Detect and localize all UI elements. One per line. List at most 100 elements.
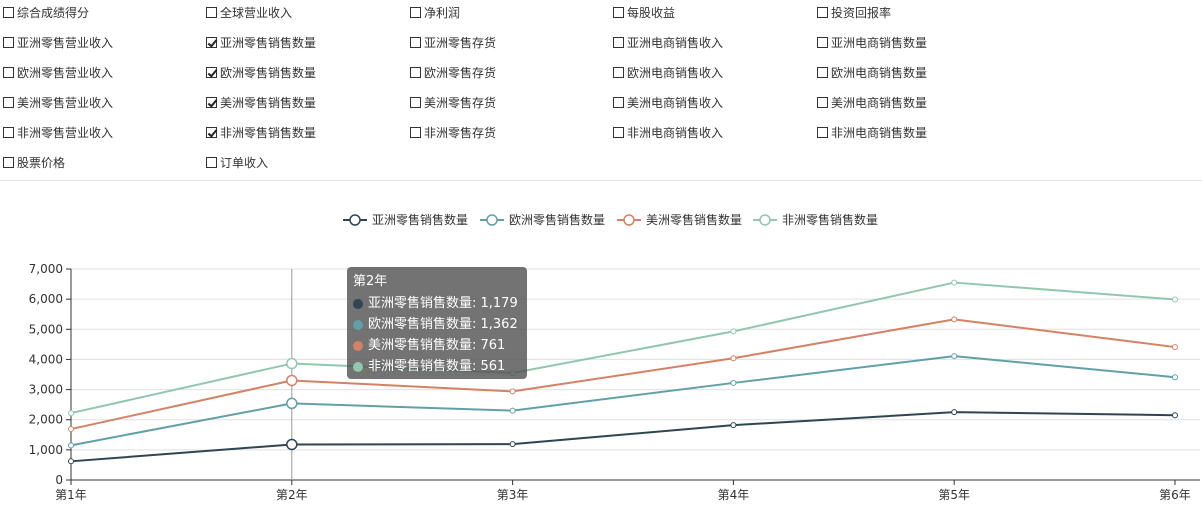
checkbox-unchecked-icon[interactable] bbox=[3, 66, 14, 78]
series-checkbox[interactable]: 亚洲零售销售数量 bbox=[206, 32, 316, 52]
series-checkbox[interactable]: 每股收益 bbox=[613, 2, 675, 22]
series-checkbox[interactable]: 欧洲零售存货 bbox=[410, 62, 496, 82]
series-checkbox[interactable]: 投资回报率 bbox=[817, 2, 891, 22]
y-tick-label: 3,000 bbox=[29, 383, 63, 397]
series-checkbox[interactable]: 美洲零售营业收入 bbox=[3, 92, 113, 112]
checkbox-unchecked-icon[interactable] bbox=[817, 36, 828, 48]
checkbox-unchecked-icon[interactable] bbox=[817, 126, 828, 138]
series-checkbox[interactable]: 亚洲电商销售收入 bbox=[613, 32, 723, 52]
series-point bbox=[1172, 412, 1178, 419]
checkbox-unchecked-icon[interactable] bbox=[3, 156, 14, 168]
checkbox-unchecked-icon[interactable] bbox=[3, 36, 14, 48]
series-checkbox[interactable]: 欧洲零售销售数量 bbox=[206, 62, 316, 82]
checkbox-unchecked-icon[interactable] bbox=[410, 6, 421, 18]
series-checkbox[interactable]: 股票价格 bbox=[3, 152, 65, 172]
series-point bbox=[286, 357, 298, 370]
checkbox-checked-icon[interactable] bbox=[206, 66, 217, 78]
checkbox-unchecked-icon[interactable] bbox=[410, 36, 421, 48]
checkbox-label: 非洲零售销售数量 bbox=[220, 125, 317, 140]
checkbox-unchecked-icon[interactable] bbox=[410, 66, 421, 78]
series-checkbox[interactable]: 净利润 bbox=[410, 2, 460, 22]
checkbox-unchecked-icon[interactable] bbox=[613, 6, 624, 18]
y-tick-label: 5,000 bbox=[29, 322, 63, 336]
series-checkbox[interactable]: 订单收入 bbox=[206, 152, 268, 172]
checkbox-label: 欧洲电商销售数量 bbox=[831, 65, 928, 80]
series-point bbox=[68, 426, 74, 433]
series-point bbox=[951, 279, 958, 286]
tooltip-title: 第2年 bbox=[353, 274, 388, 289]
series-checkbox[interactable]: 非洲零售营业收入 bbox=[3, 122, 113, 142]
series-point bbox=[509, 388, 516, 395]
checkbox-unchecked-icon[interactable] bbox=[613, 96, 624, 108]
tooltip-row: 欧洲零售销售数量: 1,362 bbox=[353, 314, 521, 335]
checkbox-unchecked-icon[interactable] bbox=[206, 156, 217, 168]
checkbox-unchecked-icon[interactable] bbox=[410, 96, 421, 108]
series-line bbox=[70, 355, 1176, 447]
checkbox-row: 亚洲零售营业收入 亚洲零售销售数量 亚洲零售存货 亚洲电商销售收入 亚洲电商销售数量 bbox=[0, 32, 1202, 52]
checkbox-unchecked-icon[interactable] bbox=[817, 96, 828, 108]
checkbox-unchecked-icon[interactable] bbox=[410, 126, 421, 138]
checkbox-row: 美洲零售营业收入 美洲零售销售数量 美洲零售存货 美洲电商销售收入 美洲电商销售数量 bbox=[0, 92, 1202, 112]
checkbox-label: 股票价格 bbox=[17, 155, 66, 170]
checkbox-row: 欧洲零售营业收入 欧洲零售销售数量 欧洲零售存货 欧洲电商销售收入 欧洲电商销售数量 bbox=[0, 62, 1202, 82]
checkbox-label: 每股收益 bbox=[627, 5, 676, 20]
series-checkbox[interactable]: 欧洲电商销售收入 bbox=[613, 62, 723, 82]
checkbox-label: 综合成绩得分 bbox=[17, 5, 90, 20]
legend-marker-icon bbox=[759, 214, 771, 226]
checkbox-label: 亚洲零售营业收入 bbox=[17, 35, 114, 50]
series-checkbox[interactable]: 美洲电商销售收入 bbox=[613, 92, 723, 112]
checkbox-unchecked-icon[interactable] bbox=[3, 6, 14, 18]
series-checkbox-panel: 综合成绩得分 全球营业收入 净利润 每股收益 投资回报率亚洲零售营业收入 亚洲零售销售数量… bbox=[0, 0, 1202, 181]
checkbox-row: 综合成绩得分 全球营业收入 净利润 每股收益 投资回报率 bbox=[0, 2, 1202, 22]
tooltip-row-text: 非洲零售销售数量: 561 bbox=[368, 359, 506, 374]
checkbox-unchecked-icon[interactable] bbox=[206, 6, 217, 18]
y-tick-label: 0 bbox=[55, 473, 63, 487]
checkbox-unchecked-icon[interactable] bbox=[817, 66, 828, 78]
tooltip-dot-asia bbox=[353, 298, 363, 309]
series-checkbox[interactable]: 美洲电商销售数量 bbox=[817, 92, 927, 112]
checkbox-checked-icon[interactable] bbox=[206, 36, 217, 48]
checkbox-label: 净利润 bbox=[424, 5, 461, 20]
y-tick-label: 6,000 bbox=[29, 292, 63, 306]
series-checkbox[interactable]: 全球营业收入 bbox=[206, 2, 292, 22]
checkbox-label: 欧洲电商销售收入 bbox=[627, 65, 724, 80]
checkbox-label: 全球营业收入 bbox=[220, 5, 293, 20]
series-checkbox[interactable]: 美洲零售存货 bbox=[410, 92, 496, 112]
checkbox-unchecked-icon[interactable] bbox=[817, 6, 828, 18]
series-checkbox[interactable]: 综合成绩得分 bbox=[3, 2, 89, 22]
series-checkbox[interactable]: 非洲电商销售数量 bbox=[817, 122, 927, 142]
checkbox-unchecked-icon[interactable] bbox=[613, 36, 624, 48]
legend-label: 美洲零售销售数量 bbox=[646, 212, 742, 227]
series-point bbox=[730, 422, 737, 429]
series-checkbox[interactable]: 非洲零售存货 bbox=[410, 122, 496, 142]
checkbox-label: 美洲零售营业收入 bbox=[17, 95, 114, 110]
series-checkbox[interactable]: 亚洲电商销售数量 bbox=[817, 32, 927, 52]
checkbox-checked-icon[interactable] bbox=[206, 96, 217, 108]
series-checkbox[interactable]: 亚洲零售营业收入 bbox=[3, 32, 113, 52]
tooltip-row-text: 欧洲零售销售数量: 1,362 bbox=[368, 317, 518, 332]
line-chart: 0 1,000 2,000 3,000 4,000 5,000 6,000 7,000 第1年 第… bbox=[29, 212, 1200, 502]
legend-marker-icon bbox=[623, 214, 635, 226]
checkbox-unchecked-icon[interactable] bbox=[3, 126, 14, 138]
series-point bbox=[286, 374, 298, 387]
legend-label: 非洲零售销售数量 bbox=[782, 212, 878, 227]
checkbox-unchecked-icon[interactable] bbox=[613, 126, 624, 138]
checkbox-label: 欧洲零售销售数量 bbox=[220, 65, 317, 80]
series-checkbox[interactable]: 非洲零售销售数量 bbox=[206, 122, 316, 142]
series-checkbox[interactable]: 欧洲电商销售数量 bbox=[817, 62, 927, 82]
series-checkbox[interactable]: 欧洲零售营业收入 bbox=[3, 62, 113, 82]
series-checkbox[interactable]: 美洲零售销售数量 bbox=[206, 92, 316, 112]
checkbox-label: 投资回报率 bbox=[831, 5, 892, 20]
checkbox-label: 欧洲零售营业收入 bbox=[17, 65, 114, 80]
series-point bbox=[286, 438, 298, 451]
y-tick-label: 2,000 bbox=[29, 413, 63, 427]
checkbox-unchecked-icon[interactable] bbox=[3, 96, 14, 108]
series-checkbox[interactable]: 非洲电商销售收入 bbox=[613, 122, 723, 142]
series-point bbox=[68, 458, 74, 465]
series-point bbox=[68, 442, 74, 449]
checkbox-checked-icon[interactable] bbox=[206, 126, 217, 138]
checkbox-unchecked-icon[interactable] bbox=[613, 66, 624, 78]
series-point bbox=[509, 407, 516, 414]
series-checkbox[interactable]: 亚洲零售存货 bbox=[410, 32, 496, 52]
series-point bbox=[951, 409, 958, 416]
